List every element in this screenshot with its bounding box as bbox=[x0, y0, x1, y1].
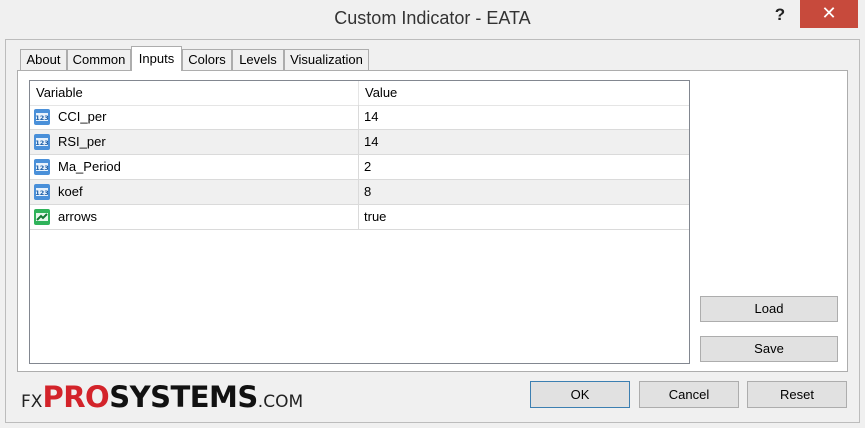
logo-systems: SYSTEMS bbox=[109, 380, 258, 414]
table-row[interactable]: 123 RSI_per 14 bbox=[30, 130, 689, 155]
logo-pro: PRO bbox=[42, 380, 110, 414]
variable-value[interactable]: 14 bbox=[364, 130, 378, 154]
variable-value[interactable]: true bbox=[364, 205, 386, 229]
integer-icon: 123 bbox=[34, 184, 50, 200]
table-row[interactable]: arrows true bbox=[30, 205, 689, 230]
table-row[interactable]: 123 Ma_Period 2 bbox=[30, 155, 689, 180]
close-icon: ✕ bbox=[821, 3, 837, 23]
cancel-button[interactable]: Cancel bbox=[639, 381, 739, 408]
integer-icon: 123 bbox=[34, 159, 50, 175]
logo-com: .COM bbox=[257, 392, 304, 412]
variable-value[interactable]: 2 bbox=[364, 155, 371, 179]
table-header: Variable Value bbox=[30, 81, 689, 106]
integer-icon: 123 bbox=[34, 134, 50, 150]
save-button[interactable]: Save bbox=[700, 336, 838, 362]
table-row[interactable]: 123 CCI_per 14 bbox=[30, 105, 689, 130]
title-bar: Custom Indicator - EATA ? ✕ bbox=[0, 0, 865, 39]
boolean-icon bbox=[34, 209, 50, 225]
variable-value[interactable]: 14 bbox=[364, 105, 378, 129]
tab-colors[interactable]: Colors bbox=[182, 49, 232, 70]
fxprosystems-logo: FXPROSYSTEMS.COM bbox=[21, 380, 303, 414]
variable-value[interactable]: 8 bbox=[364, 180, 371, 204]
cell-divider bbox=[358, 105, 359, 129]
tab-inputs[interactable]: Inputs bbox=[131, 46, 182, 71]
tab-levels[interactable]: Levels bbox=[232, 49, 284, 70]
inputs-table: Variable Value 123 CCI_per 14 123 RSI_pe… bbox=[29, 80, 690, 364]
svg-text:123: 123 bbox=[35, 139, 49, 147]
close-button[interactable]: ✕ bbox=[800, 0, 858, 28]
variable-name: Ma_Period bbox=[58, 159, 121, 174]
reset-button[interactable]: Reset bbox=[747, 381, 847, 408]
variable-name: RSI_per bbox=[58, 134, 106, 149]
logo-fx: FX bbox=[21, 392, 43, 412]
header-variable[interactable]: Variable bbox=[30, 81, 358, 105]
cell-divider bbox=[358, 130, 359, 154]
tab-visualization[interactable]: Visualization bbox=[284, 49, 369, 70]
header-value[interactable]: Value bbox=[359, 81, 689, 105]
tab-about[interactable]: About bbox=[20, 49, 67, 70]
variable-name: koef bbox=[58, 184, 83, 199]
help-button[interactable]: ? bbox=[765, 4, 795, 26]
load-button[interactable]: Load bbox=[700, 296, 838, 322]
cell-divider bbox=[358, 155, 359, 179]
cell-divider bbox=[358, 180, 359, 204]
table-row[interactable]: 123 koef 8 bbox=[30, 180, 689, 205]
cell-divider bbox=[358, 205, 359, 229]
tab-common[interactable]: Common bbox=[67, 49, 131, 70]
ok-button[interactable]: OK bbox=[530, 381, 630, 408]
svg-text:123: 123 bbox=[35, 164, 49, 172]
svg-text:123: 123 bbox=[35, 189, 49, 197]
variable-name: arrows bbox=[58, 209, 98, 224]
svg-text:123: 123 bbox=[35, 114, 49, 122]
variable-name: CCI_per bbox=[58, 109, 107, 124]
integer-icon: 123 bbox=[34, 109, 50, 125]
window-title: Custom Indicator - EATA bbox=[334, 8, 531, 28]
